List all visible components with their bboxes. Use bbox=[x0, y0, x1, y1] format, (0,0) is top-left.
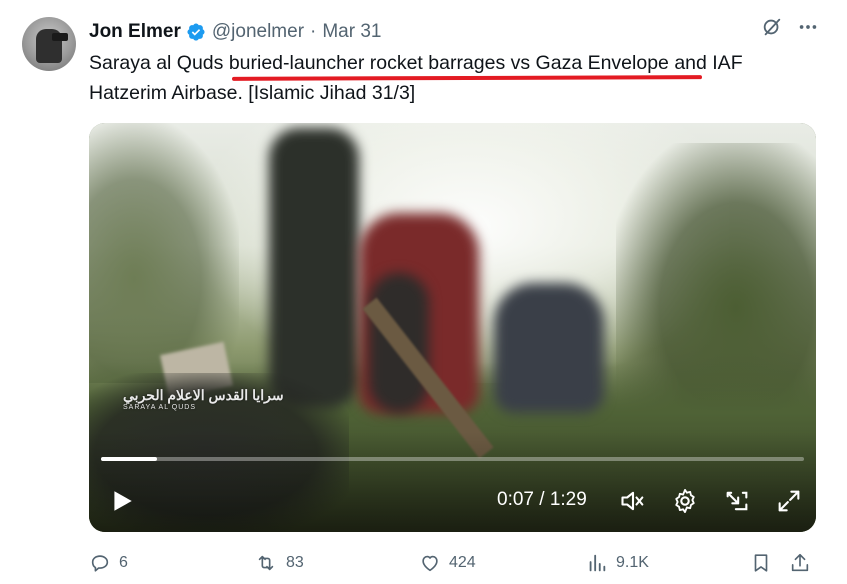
volume-icon[interactable] bbox=[619, 487, 647, 515]
video-blurred-figure bbox=[269, 128, 359, 408]
share-icon bbox=[791, 553, 809, 572]
tweet-header: Jon Elmer @jonelmer · Mar 31 bbox=[89, 19, 382, 45]
video-progress-bar[interactable] bbox=[101, 457, 804, 461]
top-right-icons bbox=[761, 16, 819, 38]
bookmark-icon bbox=[754, 554, 768, 572]
reply-button[interactable]: 6 bbox=[89, 552, 128, 574]
tweet-action-bar: 6 83 424 9.1K bbox=[89, 552, 819, 578]
repost-icon bbox=[258, 555, 274, 571]
watermark-subtext: SARAYA AL QUDS bbox=[123, 404, 197, 411]
video-watermark: سرايا القدس الاعلام الحربي SARAYA AL QUD… bbox=[123, 387, 284, 411]
repost-count: 83 bbox=[286, 554, 304, 571]
heart-icon bbox=[422, 555, 438, 572]
header-separator: · bbox=[310, 21, 317, 42]
avatar-camera bbox=[52, 33, 68, 41]
like-button[interactable]: 424 bbox=[419, 552, 476, 574]
like-count: 424 bbox=[449, 554, 476, 571]
views-chart-icon bbox=[589, 554, 606, 572]
video-progress-fill bbox=[101, 457, 158, 461]
video-time: 0:07 / 1:29 bbox=[497, 489, 587, 510]
fullscreen-icon[interactable] bbox=[775, 487, 803, 515]
video-player[interactable]: سرايا القدس الاعلام الحربي SARAYA AL QUD… bbox=[89, 123, 816, 532]
video-control-icons bbox=[619, 487, 803, 515]
author-name[interactable]: Jon Elmer bbox=[89, 21, 181, 43]
verified-badge-icon bbox=[187, 23, 205, 41]
author-handle[interactable]: @jonelmer bbox=[212, 21, 304, 43]
controls-overlay bbox=[89, 432, 816, 532]
author-avatar[interactable] bbox=[22, 17, 76, 71]
tweet-date[interactable]: Mar 31 bbox=[322, 21, 381, 43]
view-count: 9.1K bbox=[616, 554, 649, 571]
reply-icon bbox=[91, 555, 109, 572]
video-blurred-figure bbox=[494, 283, 604, 413]
watermark-text: سرايا القدس الاعلام الحربي bbox=[123, 387, 284, 403]
reply-count: 6 bbox=[119, 554, 128, 571]
grok-icon[interactable] bbox=[761, 16, 783, 38]
views-button[interactable]: 9.1K bbox=[586, 552, 649, 574]
more-icon[interactable] bbox=[797, 16, 819, 38]
picture-in-picture-icon[interactable] bbox=[723, 487, 751, 515]
bookmark-button[interactable] bbox=[750, 552, 772, 574]
play-icon[interactable] bbox=[109, 487, 135, 515]
settings-gear-icon[interactable] bbox=[671, 487, 699, 515]
repost-button[interactable]: 83 bbox=[254, 552, 304, 574]
share-button[interactable] bbox=[789, 552, 811, 574]
